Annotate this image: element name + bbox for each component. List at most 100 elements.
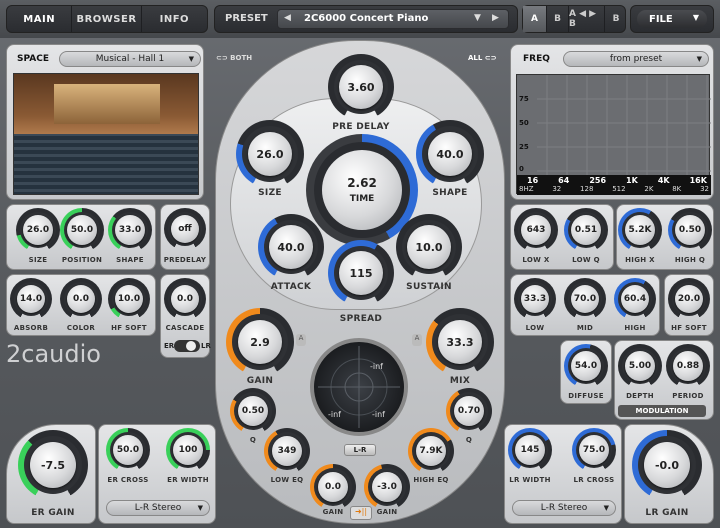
er-gain-knob[interactable]: -7.5: [18, 430, 88, 500]
knob-cap: 100: [173, 435, 203, 465]
file-label: FILE: [649, 13, 673, 25]
size-c-knob[interactable]: 26.0: [236, 120, 304, 188]
knob-cap: 5.2K: [625, 215, 655, 245]
tab-browser[interactable]: BROWSER: [72, 6, 142, 32]
knob-cap: 50.0: [113, 435, 143, 465]
knob-cap: 26.0: [23, 215, 53, 245]
high-q-label: HIGH Q: [674, 256, 706, 264]
mix-knob[interactable]: 33.3: [426, 308, 494, 376]
er-cross-knob[interactable]: 50.0: [106, 428, 150, 472]
b-button[interactable]: B: [547, 6, 569, 32]
chevron-down-icon: ▼: [197, 504, 203, 512]
mid-knob[interactable]: 70.0: [564, 278, 606, 320]
high-eq-knob[interactable]: 7.9K: [408, 428, 454, 474]
modulation-label: MODULATION: [618, 405, 706, 417]
spread-knob[interactable]: 115: [328, 240, 394, 306]
knob-cap: 643: [521, 215, 551, 245]
next-preset-icon[interactable]: ▶: [492, 13, 499, 23]
tab-main[interactable]: MAIN: [7, 6, 73, 32]
b-copy-button[interactable]: B: [605, 6, 627, 32]
gain-br-knob[interactable]: -3.0: [364, 464, 410, 510]
shape-l-knob[interactable]: 33.0: [108, 208, 152, 252]
copy-a-b-button[interactable]: A ◀ ▶ B: [569, 6, 605, 32]
preset-dropdown-icon[interactable]: ▼: [474, 13, 481, 23]
knob-cap: 0.70: [454, 396, 484, 426]
knob-cap: -0.0: [644, 442, 690, 488]
hf-soft-r-knob[interactable]: 20.0: [668, 278, 710, 320]
knob-value: 10.0: [117, 294, 141, 304]
low-knob[interactable]: 33.3: [514, 278, 556, 320]
low-x-knob[interactable]: 643: [514, 208, 558, 252]
pre-delay-label: PRE DELAY: [332, 122, 390, 132]
er-lr-toggle[interactable]: [174, 340, 200, 352]
gain-br-label: GAIN: [376, 508, 398, 516]
chevron-down-icon: ▼: [603, 504, 609, 512]
lock-icon[interactable]: A: [412, 334, 422, 346]
knob-cap: 0.88: [673, 351, 703, 381]
er-mode-dropdown[interactable]: L-R Stereo ▼: [106, 500, 210, 516]
knob-cap: 0.0: [67, 285, 95, 313]
freq-dropdown[interactable]: from preset ▼: [563, 51, 709, 67]
knob-value: 33.3: [446, 335, 474, 349]
knob-cap: 349: [272, 436, 302, 466]
scope-top-value: -inf: [370, 362, 383, 371]
knob-value: 54.0: [574, 361, 598, 371]
position-knob[interactable]: 50.0: [60, 208, 104, 252]
predelay-l-knob[interactable]: off: [164, 208, 206, 250]
chevron-down-icon: ▼: [696, 55, 702, 63]
er-width-knob[interactable]: 100: [166, 428, 210, 472]
shape-c-knob[interactable]: 40.0: [416, 120, 484, 188]
file-button[interactable]: FILE ▼: [637, 10, 707, 28]
low-eq-knob[interactable]: 349: [264, 428, 310, 474]
q-r-knob[interactable]: 0.70: [446, 388, 492, 434]
high-x-knob[interactable]: 5.2K: [618, 208, 662, 252]
high-q-knob[interactable]: 0.50: [668, 208, 712, 252]
preset-selector[interactable]: ◀ 2C6000 Concert Piano ▼ ▶: [277, 9, 509, 29]
all-link[interactable]: ALL ⊂⊃: [468, 54, 497, 62]
pre-delay-knob[interactable]: 3.60: [328, 54, 394, 120]
knob-value: 5.00: [628, 361, 652, 371]
knob-value: 115: [349, 266, 373, 280]
color-knob[interactable]: 0.0: [60, 278, 102, 320]
knob-value: 75.0: [582, 445, 606, 455]
lr-gain-knob[interactable]: -0.0: [632, 430, 702, 500]
lr-width-knob[interactable]: 145: [508, 428, 552, 472]
gain-l-knob[interactable]: 2.9: [226, 308, 294, 376]
lr-cross-knob[interactable]: 75.0: [572, 428, 616, 472]
knob-cap: 0.50: [238, 396, 268, 426]
knob-cap: 26.0: [248, 132, 292, 176]
q-l-knob[interactable]: 0.50: [230, 388, 276, 434]
eq-freq-axis: 16 64 256 1K 4K 16K 8HZ 32 128 512 2K 8K 32: [517, 175, 711, 195]
hfsoft-l-knob[interactable]: 10.0: [108, 278, 150, 320]
prev-preset-icon[interactable]: ◀: [284, 13, 291, 23]
lr-mode-dropdown[interactable]: L-R Stereo ▼: [512, 500, 616, 516]
time-knob[interactable]: 2.62 TIME: [322, 150, 402, 230]
diffuse-knob[interactable]: 54.0: [564, 344, 608, 388]
lr-cross-label: LR CROSS: [573, 476, 615, 484]
high-knob[interactable]: 60.4: [614, 278, 656, 320]
period-knob[interactable]: 0.88: [666, 344, 710, 388]
space-dropdown[interactable]: Musical - Hall 1 ▼: [59, 51, 201, 67]
sustain-knob[interactable]: 10.0: [396, 214, 462, 280]
knob-cap: 33.0: [115, 215, 145, 245]
main-tabs: MAIN BROWSER INFO: [6, 5, 208, 33]
eq-tick: 50: [519, 119, 529, 127]
space-label: SPACE: [17, 54, 49, 64]
knob-cap: 5.00: [625, 351, 655, 381]
both-link[interactable]: ⊂⊃ BOTH: [216, 54, 252, 62]
l-r-button[interactable]: L-R: [344, 444, 376, 456]
time-value: 2.62: [347, 176, 377, 190]
tab-info[interactable]: INFO: [142, 6, 207, 32]
low-q-knob[interactable]: 0.51: [564, 208, 608, 252]
gain-bl-knob[interactable]: 0.0: [310, 464, 356, 510]
cascade-knob[interactable]: 0.0: [164, 278, 206, 320]
knob-cap: 10.0: [115, 285, 143, 313]
depth-knob[interactable]: 5.00: [618, 344, 662, 388]
attack-knob[interactable]: 40.0: [258, 214, 324, 280]
lock-icon[interactable]: A: [296, 334, 306, 346]
absorb-knob[interactable]: 14.0: [10, 278, 52, 320]
size-l-knob[interactable]: 26.0: [16, 208, 60, 252]
eq-tick: 25: [519, 143, 529, 151]
chevron-down-icon: ▼: [188, 55, 194, 63]
a-button[interactable]: A: [523, 6, 547, 32]
